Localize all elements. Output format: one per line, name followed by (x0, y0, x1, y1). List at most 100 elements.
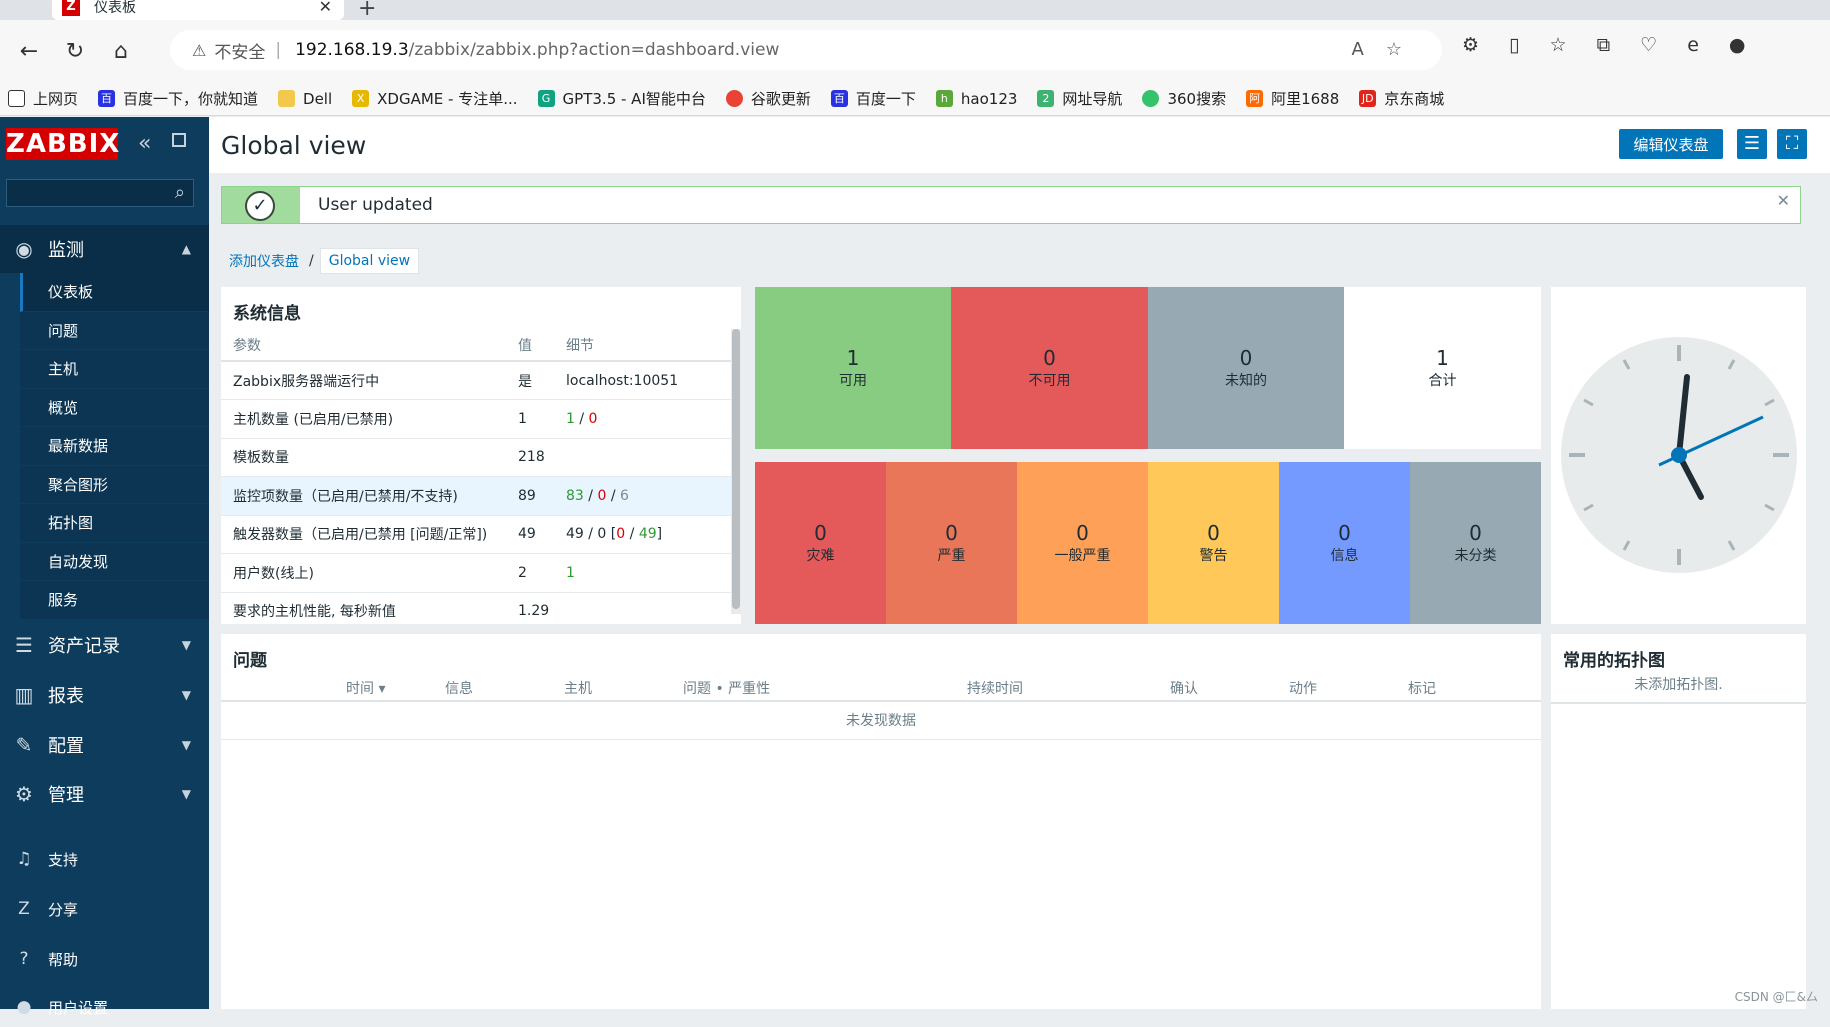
zabbix-logo[interactable]: ZABBIX (6, 128, 119, 160)
submenu-item-services[interactable]: 服务 (20, 581, 209, 620)
extensions-icon[interactable]: ⚙ (1462, 34, 1509, 56)
tab-title: 仪表板 (94, 0, 136, 16)
menu-monitoring-label: 监测 (48, 240, 84, 261)
url-bar[interactable]: ⚠ 不安全 | 192.168.19.3 /zabbix/zabbix.php?… (170, 30, 1442, 70)
scrollbar-thumb[interactable] (732, 329, 740, 609)
submenu-item-screens[interactable]: 聚合图形 (20, 466, 209, 504)
url-actions[interactable]: A☆ (1352, 39, 1424, 60)
menu-support-label: 支持 (48, 850, 79, 869)
availability-available[interactable]: 1 可用 (755, 287, 951, 449)
bookmark[interactable]: 谷歌更新 (725, 88, 811, 109)
severity-information[interactable]: 0 信息 (1279, 462, 1410, 624)
health-icon[interactable]: ♡ (1640, 34, 1687, 56)
bookmark[interactable]: G GPT3.5 - AI智能中台 (537, 88, 706, 109)
value-cell: 1.29 (506, 592, 554, 624)
severity-warning[interactable]: 0 警告 (1148, 462, 1279, 624)
collections-icon[interactable]: ⧉ (1597, 34, 1641, 56)
warning-icon[interactable]: ⚠ (192, 41, 206, 60)
read-aloud-icon[interactable]: A (1352, 39, 1386, 60)
bookmark[interactable]: h hao123 (935, 90, 1017, 108)
table-row: 要求的主机性能, 每秒新值 1.29 (221, 592, 731, 624)
submenu-item-discovery[interactable]: 自动发现 (20, 543, 209, 581)
watermark: CSDN @匚&厶 (1734, 990, 1818, 1004)
page-icon (8, 90, 25, 107)
action-menu-icon[interactable]: ☰ (1737, 129, 1767, 159)
bookmark[interactable]: 2 网址导航 (1037, 88, 1122, 109)
home-icon[interactable]: ⌂ (104, 39, 138, 64)
profile-icon[interactable]: ● (1729, 34, 1776, 56)
back-icon[interactable]: ← (12, 39, 46, 64)
param-cell: 主机数量 (已启用/已禁用) (221, 399, 506, 439)
reload-icon[interactable]: ↻ (58, 39, 92, 64)
submenu-item-overview[interactable]: 概览 (20, 389, 209, 427)
new-tab-icon[interactable]: + (358, 0, 376, 21)
availability-total[interactable]: 1 合计 (1344, 287, 1541, 449)
browser-tab[interactable]: Z 仪表板 ✕ (52, 0, 344, 20)
widget-title: 常用的拓扑图 (1563, 651, 1665, 671)
column-header-time[interactable]: 时间 ▾ (346, 678, 385, 698)
url-separator: | (275, 40, 282, 60)
system-info-widget: 系统信息 参数 值 细节 Zabbix服务器端运行中 是 localhost:1… (221, 287, 741, 624)
problems-widget: 问题 时间 ▾ 信息 主机 问题 • 严重性 持续时间 确认 动作 标记 未发现… (221, 634, 1541, 1009)
table-row: 触发器数量（已启用/已禁用 [问题/正常]) 49 49 / 0 [0 / 49… (221, 515, 731, 554)
chrome-icon (725, 90, 743, 107)
bookmark[interactable]: JD 京东商城 (1359, 88, 1444, 109)
split-screen-icon[interactable]: ▯ (1509, 34, 1549, 56)
availability-unavailable[interactable]: 0 不可用 (951, 287, 1148, 449)
breadcrumb-parent[interactable]: 添加仪表盘 (221, 251, 307, 271)
bookmark[interactable]: 360搜索 (1142, 88, 1226, 109)
bookmark[interactable]: Dell (278, 90, 332, 108)
zabbix-favicon-icon: Z (62, 0, 80, 16)
severity-disaster[interactable]: 0 灾难 (755, 462, 886, 624)
submenu-item-maps[interactable]: 拓扑图 (20, 504, 209, 543)
param-cell: 触发器数量（已启用/已禁用 [问题/正常]) (221, 515, 506, 554)
severity-high[interactable]: 0 严重 (886, 462, 1017, 624)
severity-not-classified[interactable]: 0 未分类 (1410, 462, 1541, 624)
menu-inventory[interactable]: ☰ 资产记录 ▼ (0, 621, 209, 669)
scrollbar[interactable] (731, 329, 741, 614)
collapse-sidebar-icon[interactable]: « (138, 131, 151, 156)
submenu-item-latest-data[interactable]: 最新数据 (20, 427, 209, 466)
bookmark[interactable]: 百百度一下，你就知道 (98, 88, 258, 109)
bookmark[interactable]: 百百度一下 (830, 88, 916, 109)
breadcrumb-current[interactable]: Global view (319, 248, 420, 274)
submenu-item-hosts[interactable]: 主机 (20, 350, 209, 389)
value-cell: 218 (506, 438, 554, 477)
fullscreen-icon[interactable]: ⛶ (1777, 129, 1807, 159)
favorite-star-icon[interactable]: ☆ (1386, 39, 1424, 60)
submenu-item-dashboard[interactable]: 仪表板 (20, 273, 209, 312)
page-header: Global view 编辑仪表盘 ☰ ⛶ (209, 117, 1830, 173)
menu-share[interactable]: Z 分享 (0, 889, 209, 929)
favorites-icon[interactable]: ☆ (1550, 34, 1597, 56)
menu-reports[interactable]: ▥ 报表 ▼ (0, 671, 209, 719)
severity-average[interactable]: 0 一般严重 (1017, 462, 1148, 624)
menu-user-settings[interactable]: ● 用户设置 (0, 987, 209, 1027)
submenu-item-problems[interactable]: 问题 (20, 312, 209, 350)
detail-cell (554, 592, 731, 624)
availability-unknown[interactable]: 0 未知的 (1148, 287, 1344, 449)
close-tab-icon[interactable]: ✕ (319, 0, 332, 16)
detail-cell: 49 / 0 [0 / 49] (554, 515, 731, 554)
edit-dashboard-button[interactable]: 编辑仪表盘 (1619, 129, 1723, 159)
jd-icon: JD (1359, 90, 1377, 107)
ie-mode-icon[interactable]: e (1687, 34, 1729, 56)
menu-configuration[interactable]: ✎ 配置 ▼ (0, 721, 209, 769)
menu-support[interactable]: ♫ 支持 (0, 839, 209, 879)
menu-monitoring[interactable]: ◉ 监测 ▲ (0, 225, 209, 273)
menu-administration[interactable]: ⚙ 管理 ▼ (0, 770, 209, 818)
kiosk-mode-icon[interactable] (172, 133, 186, 147)
bookmark[interactable]: X XDGAME - 专注单... (352, 88, 518, 109)
search-icon[interactable]: ⌕ (175, 182, 185, 203)
user-icon: ● (16, 997, 32, 1017)
bookmark[interactable]: 阿阿里1688 (1246, 88, 1339, 109)
alibaba-icon: 阿 (1246, 90, 1264, 107)
bookmark[interactable]: 上网页 (8, 88, 78, 109)
help-icon: ? (19, 949, 29, 969)
menu-help[interactable]: ? 帮助 (0, 939, 209, 979)
search-input[interactable]: ⌕ (6, 179, 194, 207)
close-icon[interactable]: ✕ (1777, 191, 1790, 210)
baidu-icon: 百 (98, 90, 116, 107)
address-toolbar: ← ↻ ⌂ ⚠ 不安全 | 192.168.19.3 /zabbix/zabbi… (0, 20, 1830, 82)
column-header-problem-severity: 问题 • 严重性 (683, 681, 771, 697)
headset-icon: ♫ (16, 849, 32, 869)
